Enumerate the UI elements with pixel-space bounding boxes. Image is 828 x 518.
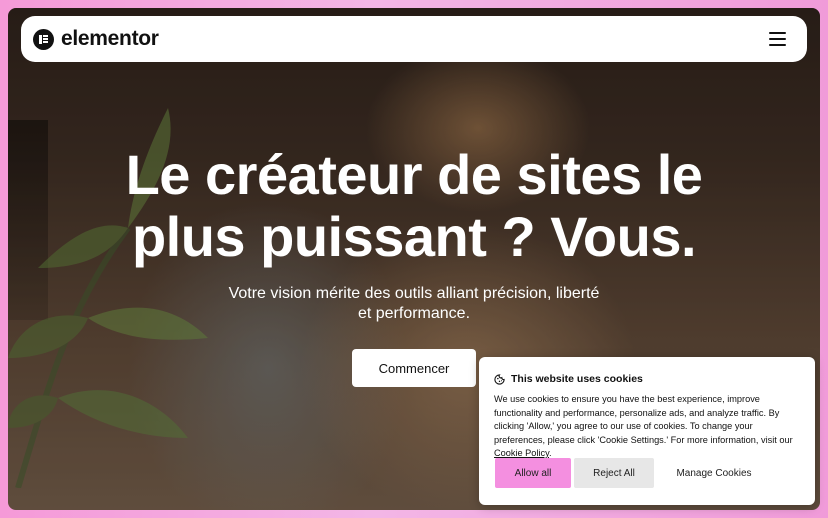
- brand-name: elementor: [61, 27, 159, 50]
- cookie-banner-title: This website uses cookies: [511, 373, 643, 385]
- cookie-banner-body: We use cookies to ensure you have the be…: [494, 394, 793, 445]
- get-started-button[interactable]: Commencer: [352, 349, 476, 387]
- cookie-banner-header: This website uses cookies: [494, 373, 643, 385]
- cookie-banner-text: We use cookies to ensure you have the be…: [494, 393, 804, 461]
- hero-title-line-1: Le créateur de sites le: [125, 143, 703, 206]
- hero-title-line-2: plus puissant ? Vous.: [131, 205, 697, 268]
- cookie-icon: [494, 373, 505, 385]
- manage-cookies-button[interactable]: Manage Cookies: [659, 458, 769, 488]
- hero-subtitle-line-1: Votre vision mérite des outils alliant p…: [228, 285, 600, 302]
- allow-all-cookies-button[interactable]: Allow all: [495, 458, 571, 488]
- brand-logo[interactable]: elementor: [33, 27, 159, 50]
- hero-subtitle-line-2: et performance.: [357, 305, 471, 322]
- reject-all-cookies-button[interactable]: Reject All: [574, 458, 654, 488]
- cookie-policy-link[interactable]: Cookie Policy: [494, 448, 549, 458]
- elementor-logo-icon: [33, 28, 54, 50]
- hero-title: Le créateur de sites le plus puissant ? …: [0, 144, 828, 268]
- hamburger-menu-icon[interactable]: [769, 30, 789, 48]
- hero-subtitle: Votre vision mérite des outils alliant p…: [0, 284, 828, 324]
- top-navbar: elementor: [21, 16, 807, 62]
- cookie-banner-body-end: .: [548, 448, 552, 458]
- cookie-consent-banner: This website uses cookies We use cookies…: [479, 357, 815, 505]
